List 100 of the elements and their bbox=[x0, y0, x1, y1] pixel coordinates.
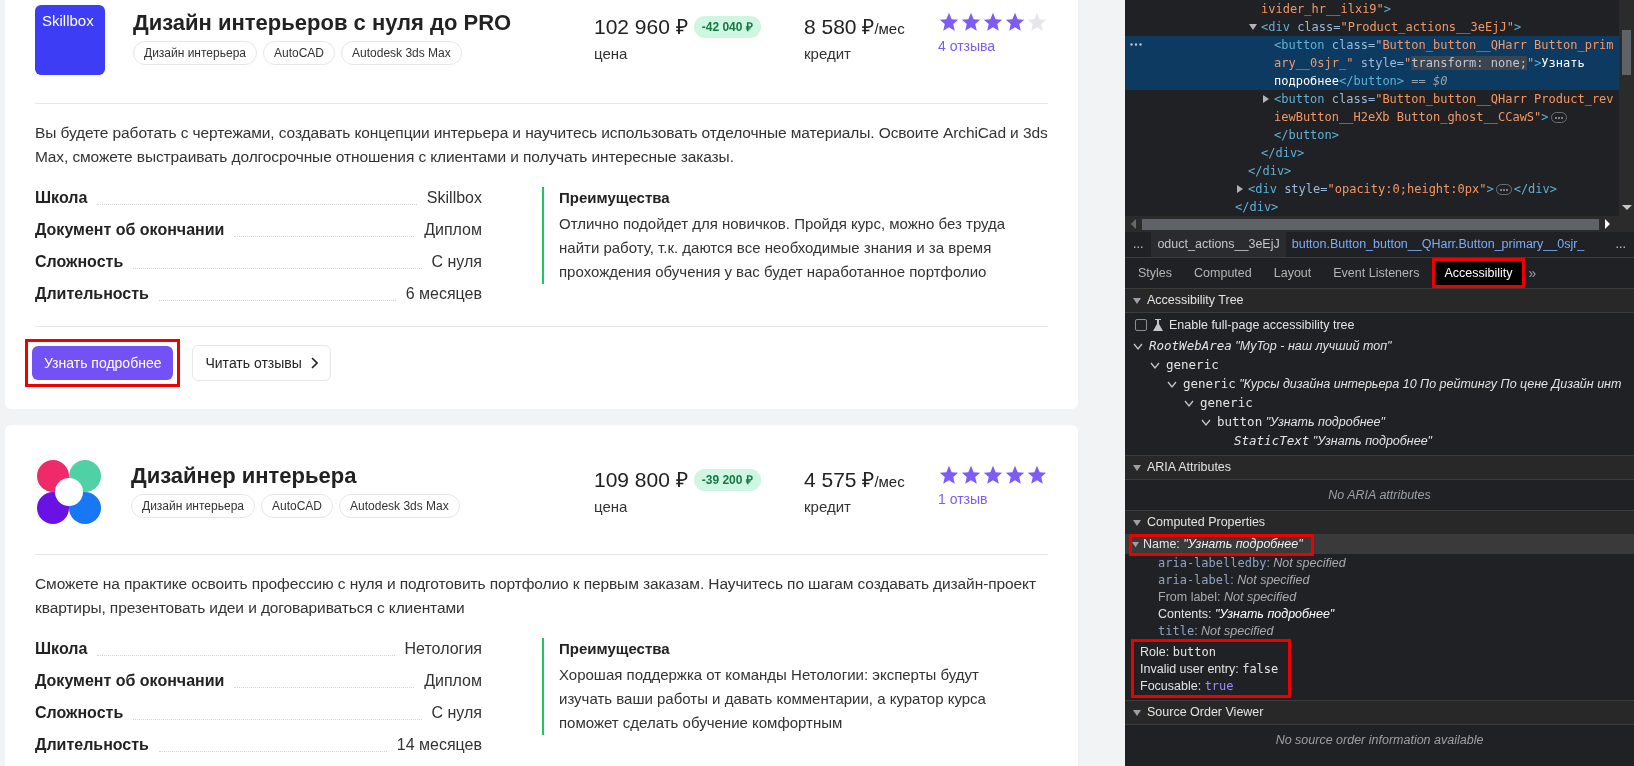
price-caption: цена bbox=[594, 496, 629, 517]
discount-badge: -39 200 ₽ bbox=[693, 468, 761, 491]
expand-triangle-icon bbox=[1133, 296, 1141, 305]
spec-value: Диплом bbox=[424, 671, 482, 691]
html-code-line[interactable]: <button class="Button_button__QHarr Product_reviewButton__H2eXb Button_ghost__CCawS"> bbox=[1274, 90, 1619, 126]
collapse-triangle-icon[interactable] bbox=[1262, 95, 1270, 103]
star-icon bbox=[1026, 464, 1048, 486]
course-title[interactable]: Дизайн интерьеров с нуля до PRO bbox=[133, 9, 594, 37]
spec-label: Школа bbox=[35, 639, 88, 659]
name-source-row-text: title: Not specified bbox=[1157, 623, 1275, 639]
spec-value: Диплом bbox=[424, 220, 482, 240]
vertical-scrollbar[interactable] bbox=[1619, 0, 1634, 216]
benefits-text: Отлично подойдет для новичков. Пройдя курс, можно без труда найти работу, т.к. даются все необходимые знания и за время прохождения обучения у вас будет наработанное портфолио bbox=[559, 213, 1007, 282]
section-header[interactable]: Accessibility Tree bbox=[1125, 289, 1634, 312]
benefits-text: Хорошая поддержка от команды Нетологии: эксперты будут изучать ваши работы и давать комментарии, а куратор курса поможет сделать обучение комфортным bbox=[559, 664, 987, 733]
ax-node-label[interactable]: RootWebArea "MyTop - наш лучший топ" bbox=[1149, 337, 1392, 356]
chevron-down-icon[interactable] bbox=[1201, 418, 1211, 427]
learn-more-button[interactable]: Узнать подробнее bbox=[32, 346, 174, 380]
price-text: 109 800 ₽ bbox=[594, 467, 688, 493]
read-reviews-button[interactable]: Читать отзывы bbox=[192, 345, 331, 381]
section-header[interactable]: Source Order Viewer bbox=[1125, 701, 1634, 724]
empty-state-text: No ARIA attributes bbox=[1327, 487, 1432, 504]
breadcrumb-overflow[interactable]: ... bbox=[1607, 235, 1634, 254]
section-header[interactable]: ARIA Attributes bbox=[1125, 456, 1634, 479]
more-options-icon[interactable] bbox=[1130, 43, 1142, 46]
section-header[interactable]: Computed Properties bbox=[1125, 511, 1634, 534]
reviews-link[interactable]: 1 отзыв bbox=[938, 489, 1048, 510]
computed-property-row-text: Focusable: true bbox=[1139, 678, 1235, 694]
breadcrumb-item[interactable]: button.Button_button__QHarr.Button_primary__0sjr_ bbox=[1285, 232, 1591, 257]
html-code-line[interactable]: <div class="Product_actions__3eEjJ"> bbox=[1261, 18, 1619, 36]
brand-logo: Skillbox bbox=[35, 5, 105, 75]
star-icon bbox=[938, 464, 960, 486]
html-code-line[interactable]: <div style="opacity:0;height:0px"> </div> bbox=[1248, 180, 1619, 198]
expand-triangle-icon[interactable] bbox=[1249, 23, 1257, 31]
ax-node-label[interactable]: button "Узнать подробнее" bbox=[1217, 413, 1385, 432]
ax-node-label[interactable]: StaticText "Узнать подробнее" bbox=[1234, 432, 1433, 451]
credit-caption: кредит bbox=[804, 496, 852, 517]
spec-value: С нуля bbox=[431, 252, 482, 272]
html-code-line[interactable]: </div> bbox=[1235, 198, 1619, 216]
more-tabs-button[interactable]: » bbox=[1528, 262, 1537, 284]
spec-value: Нетология bbox=[404, 639, 482, 659]
panel-tab[interactable]: Event Listeners bbox=[1324, 261, 1429, 285]
star-icon bbox=[1004, 11, 1026, 33]
panel-tab[interactable]: Accessibility bbox=[1435, 261, 1522, 285]
star-icon bbox=[1026, 11, 1048, 33]
expand-triangle-icon bbox=[1133, 708, 1141, 717]
ax-node-label[interactable]: generic "Курсы дизайна интерьера 10 По рейтингу По цене Дизайн инт bbox=[1183, 375, 1622, 394]
expand-triangle-icon bbox=[1133, 463, 1141, 472]
name-source-row-text: Contents: "Узнать подробнее" bbox=[1157, 606, 1336, 622]
ax-node-label[interactable]: generic bbox=[1166, 356, 1219, 375]
horizontal-scrollbar[interactable] bbox=[1125, 216, 1634, 232]
course-title[interactable]: Дизайнер интерьера bbox=[131, 462, 594, 490]
chevron-down-icon[interactable] bbox=[1133, 342, 1143, 351]
dom-node-row[interactable]: <button class="Button_button__QHarr Button_primary__0sjr_" style="transform: none;">Узнать подробнее</button> == $0 bbox=[1125, 36, 1619, 90]
star-icon bbox=[938, 11, 960, 33]
chevron-right-icon bbox=[309, 357, 318, 369]
checkbox-label: Enable full-page accessibility tree bbox=[1169, 316, 1355, 334]
spec-value: Skillbox bbox=[426, 188, 482, 208]
chevron-down-icon[interactable] bbox=[1167, 380, 1177, 389]
spec-label: Школа bbox=[35, 188, 88, 208]
benefits-heading: Преимущества bbox=[559, 188, 671, 208]
credit-caption: кредит bbox=[804, 43, 852, 64]
dom-node-row[interactable]: <button class="Button_button__QHarr Product_reviewButton__H2eXb Button_ghost__CCawS"> bbox=[1125, 90, 1619, 126]
flower-logo-icon bbox=[35, 458, 103, 526]
html-code-line[interactable]: </div> bbox=[1248, 162, 1619, 180]
html-code-line[interactable]: ivider_hr__ilxi9"> bbox=[1261, 0, 1619, 18]
course-description: Вы будете работать с чертежами, создавать концепции интерьера и научитесь использовать отделочные материалы. Освоите ArchiCad и 3ds Max, сможете выстраивать долгосрочные отношения с клиентами и получать интересные заказы. bbox=[35, 123, 1048, 167]
price-text: 102 960 ₽ bbox=[594, 14, 688, 40]
spec-value: С нуля bbox=[431, 703, 482, 723]
html-code-line[interactable]: </div> bbox=[1261, 144, 1619, 162]
dom-node-row[interactable]: <div class="Product_actions__3eEjJ"> bbox=[1125, 18, 1619, 36]
spec-value: 6 месяцев bbox=[405, 284, 482, 304]
panel-tab[interactable]: Layout bbox=[1264, 261, 1321, 285]
collapse-triangle-icon[interactable] bbox=[1236, 185, 1244, 193]
name-source-row-text: aria-labelledby: Not specified bbox=[1157, 555, 1347, 571]
chevron-down-icon[interactable] bbox=[1184, 399, 1194, 408]
ax-node-label[interactable]: generic bbox=[1200, 394, 1253, 413]
star-icon bbox=[982, 464, 1004, 486]
html-code-line[interactable]: <button class="Button_button__QHarr Button_primary__0sjr_" style="transform: none;">Узнать подробнее</button> == $0 bbox=[1274, 36, 1619, 90]
spec-value: 14 месяцев bbox=[396, 735, 482, 755]
dom-node-row[interactable]: ivider_hr__ilxi9"> bbox=[1125, 0, 1619, 18]
html-code-line[interactable]: </button> bbox=[1274, 126, 1619, 144]
checkbox[interactable] bbox=[1135, 319, 1147, 331]
price-caption: цена bbox=[594, 43, 629, 64]
breadcrumb-overflow[interactable]: ... bbox=[1125, 235, 1152, 254]
chevron-down-icon[interactable] bbox=[1150, 361, 1160, 370]
dom-node-row[interactable]: <div style="opacity:0;height:0px"> </div> bbox=[1125, 180, 1619, 198]
panel-tab[interactable]: Computed bbox=[1185, 261, 1261, 285]
benefits-heading: Преимущества bbox=[559, 639, 671, 659]
expand-triangle-icon[interactable] bbox=[1132, 541, 1139, 548]
breadcrumb-item[interactable]: oduct_actions__3eEjJ bbox=[1151, 232, 1286, 257]
spec-label: Сложность bbox=[35, 252, 124, 272]
spec-label: Документ об окончании bbox=[35, 671, 225, 691]
spec-label: Длительность bbox=[35, 284, 149, 304]
reviews-link[interactable]: 4 отзыва bbox=[938, 36, 1048, 57]
expand-triangle-icon bbox=[1133, 518, 1141, 527]
discount-badge: -42 040 ₽ bbox=[693, 15, 761, 38]
star-icon bbox=[960, 11, 982, 33]
panel-tab[interactable]: Styles bbox=[1129, 261, 1182, 285]
flask-icon bbox=[1153, 319, 1163, 331]
